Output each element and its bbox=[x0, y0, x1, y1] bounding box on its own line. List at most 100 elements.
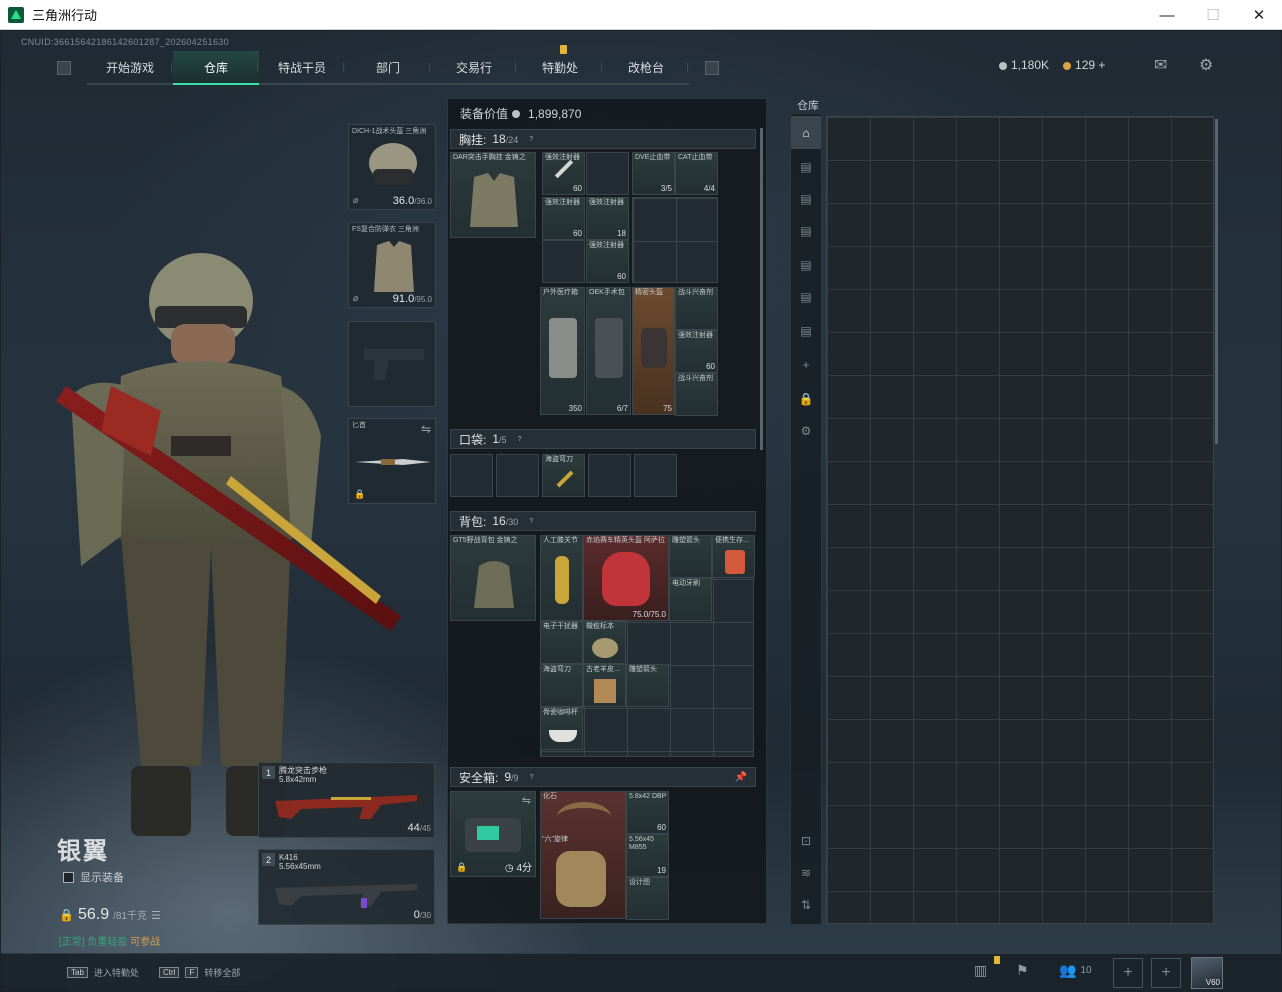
backpack-slot-item[interactable]: 雕塑箭头 bbox=[626, 664, 669, 707]
pocket-slot[interactable] bbox=[450, 454, 493, 497]
nav-prev-icon[interactable] bbox=[57, 61, 71, 75]
chest-item[interactable]: CAT止血带 4/4 bbox=[675, 152, 718, 195]
backpack-slot-item[interactable]: 骨瓷咖啡杯 bbox=[540, 707, 583, 750]
chest-item[interactable]: 强效注射器 60 bbox=[542, 197, 585, 240]
warehouse-tab-2-icon[interactable]: ▤ bbox=[791, 182, 821, 215]
weight-detail-icon[interactable]: ☰ bbox=[151, 909, 161, 922]
warehouse-tab-4-icon[interactable]: ▤ bbox=[791, 248, 821, 281]
tab-special-ops[interactable]: 特勤处 bbox=[517, 45, 603, 83]
pin-icon[interactable]: 📌 bbox=[735, 772, 747, 783]
tab-operators[interactable]: 特战干员 bbox=[259, 51, 345, 83]
warehouse-grid[interactable] bbox=[826, 116, 1214, 924]
player-avatar[interactable]: V60 bbox=[1191, 957, 1223, 989]
pistol-slot-empty[interactable] bbox=[348, 321, 436, 407]
chest-rig-item[interactable]: DAR突击手胸挂 金铸之 bbox=[450, 152, 536, 238]
minimize-button[interactable]: — bbox=[1144, 0, 1190, 30]
swap-icon[interactable]: ⇋ bbox=[522, 794, 531, 807]
secondary-weapon-slot[interactable]: 2 K416 5.56x45mm 0/30 bbox=[258, 849, 435, 925]
backpack-slot-item[interactable]: 雕塑箭头 bbox=[669, 535, 712, 578]
chest-item[interactable]: 战斗兴奋剂 bbox=[675, 373, 718, 416]
backpack-slot-item[interactable]: 电子干扰器 bbox=[540, 621, 583, 664]
chest-item[interactable]: 精密头盔 75 bbox=[632, 287, 675, 415]
tab-trade[interactable]: 交易行 bbox=[431, 51, 517, 83]
sort-icon[interactable]: ⊡ bbox=[791, 824, 821, 857]
warehouse-tab-3-icon[interactable]: ▤ bbox=[791, 214, 821, 247]
stack-icon[interactable]: ≋ bbox=[791, 856, 821, 889]
hint-transfer-all[interactable]: Ctrl F 转移全部 bbox=[159, 966, 240, 979]
swap-icon[interactable]: ⇋ bbox=[421, 422, 431, 436]
backpack-slot-item[interactable]: 电动牙刷 bbox=[669, 578, 712, 621]
empty-cell[interactable] bbox=[632, 197, 718, 283]
backpack-slot-item[interactable]: 橄榄标本 bbox=[583, 621, 626, 664]
chest-item[interactable]: 强效注射器 60 bbox=[586, 240, 629, 283]
primary-weapon-slot[interactable]: 1 腾龙突击步枪 5.8x42mm 44/45 bbox=[258, 762, 435, 838]
stats-chart-icon[interactable]: ▥ bbox=[974, 962, 987, 979]
empty-cell[interactable] bbox=[542, 240, 585, 283]
empty-cell[interactable] bbox=[586, 152, 629, 195]
warehouse-all-icon[interactable]: ⌂ bbox=[791, 116, 821, 149]
squad-icon[interactable]: 👥 10 bbox=[1059, 962, 1092, 979]
help-icon[interactable]: ? bbox=[526, 134, 536, 144]
safebox-item[interactable]: 5.56x45 M855 19 bbox=[626, 834, 669, 877]
tab-warehouse[interactable]: 仓库 bbox=[173, 51, 259, 85]
safebox-container[interactable]: ⇋ 🔒 ◷ 4分 bbox=[450, 791, 536, 877]
body-armor-icon bbox=[374, 241, 414, 292]
backpack-slot-item[interactable]: 海盗弯刀 bbox=[540, 664, 583, 707]
warehouse-settings-icon[interactable]: ⚙ bbox=[791, 414, 821, 447]
tab-gunsmith[interactable]: 改枪台 bbox=[603, 51, 689, 83]
warehouse-tab-6-icon[interactable]: ▤ bbox=[791, 314, 821, 347]
nav-next-icon[interactable] bbox=[705, 61, 719, 75]
maximize-button[interactable]: ☐ bbox=[1190, 0, 1236, 30]
chest-item[interactable]: DVE止血带 3/5 bbox=[632, 152, 675, 195]
show-gear-checkbox[interactable] bbox=[63, 871, 74, 883]
helmet-slot[interactable]: DICH-1战术头盔 三角洲 ⌀ 36.0/36.0 bbox=[348, 124, 436, 210]
add-tab-icon[interactable]: + bbox=[791, 348, 821, 381]
loadout-panel: 装备价值 1,899,870 胸挂: 18/24 ? DAR突击手胸挂 金铸之 … bbox=[447, 98, 767, 924]
chest-item[interactable]: 户外医疗箱 350 bbox=[540, 287, 585, 415]
safebox-item[interactable]: 设计图 bbox=[626, 877, 669, 920]
pocket-slot[interactable] bbox=[588, 454, 631, 497]
warehouse-tab-1-icon[interactable]: ▤ bbox=[791, 150, 821, 183]
show-gear-toggle[interactable]: 显示装备 bbox=[63, 869, 124, 885]
pocket-slot[interactable] bbox=[634, 454, 677, 497]
backpack-slot-item[interactable]: 古老羊皮... bbox=[583, 664, 626, 707]
currency-bar: 1,180K 129 + bbox=[999, 58, 1105, 72]
chest-item[interactable]: OEK手术包 6/7 bbox=[586, 287, 631, 415]
tab-start-game[interactable]: 开始游戏 bbox=[87, 51, 173, 83]
chest-item[interactable]: 强效注射器 60 bbox=[675, 330, 718, 373]
help-icon[interactable]: ? bbox=[527, 772, 537, 782]
invite-slot-button[interactable]: + bbox=[1113, 958, 1143, 988]
pocket-slot[interactable] bbox=[496, 454, 539, 497]
chest-item[interactable]: 战斗兴奋剂 bbox=[675, 287, 718, 330]
backpack-slot-item[interactable]: 人工膝关节 bbox=[540, 535, 583, 621]
item-name: 便携生存... bbox=[715, 537, 749, 544]
armor-slot[interactable]: FS复合防弹衣 三角洲 ⌀ 91.0/95.0 bbox=[348, 222, 436, 308]
safebox-item[interactable]: 5.8x42 DBP 60 bbox=[626, 791, 669, 834]
help-icon[interactable]: ? bbox=[515, 434, 525, 444]
carry-weight: 🔒 56.9 /81千克 ☰ bbox=[59, 906, 161, 924]
settings-gear-icon[interactable]: ⚙ bbox=[1199, 55, 1213, 75]
chest-item[interactable]: 强效注射器 18 bbox=[586, 197, 629, 240]
safebox-item[interactable]: "六"旋律 bbox=[540, 835, 626, 919]
flag-icon[interactable]: ⚑ bbox=[1016, 962, 1029, 979]
tab-department[interactable]: 部门 bbox=[345, 51, 431, 83]
invite-slot-button[interactable]: + bbox=[1151, 958, 1181, 988]
chest-item[interactable]: 强效注射器 60 bbox=[542, 152, 585, 195]
add-gold-button[interactable]: + bbox=[1098, 58, 1105, 72]
backpack-slot-item[interactable]: 赤焰赛车精英头盔 阿萨拉 75.0/75.0 bbox=[583, 535, 669, 621]
backpack-icon bbox=[474, 561, 514, 608]
melee-slot[interactable]: 匕首 ⇋ 🔒 bbox=[348, 418, 436, 504]
loadout-scrollbar[interactable] bbox=[760, 128, 763, 450]
transfer-icon[interactable]: ⇅ bbox=[791, 888, 821, 921]
close-button[interactable]: ✕ bbox=[1236, 0, 1282, 30]
pocket-slot[interactable]: 海盗弯刀 bbox=[542, 454, 585, 497]
status-note: 可参战 bbox=[130, 937, 161, 948]
warehouse-tab-5-icon[interactable]: ▤ bbox=[791, 280, 821, 313]
warehouse-scrollbar[interactable] bbox=[1215, 119, 1218, 444]
tab-label: 部门 bbox=[375, 60, 400, 75]
mail-icon[interactable]: ✉ bbox=[1154, 55, 1167, 75]
hint-special-ops[interactable]: Tab 进入特勤处 bbox=[67, 966, 139, 979]
backpack-item[interactable]: GT5野战背包 金铸之 bbox=[450, 535, 536, 621]
help-icon[interactable]: ? bbox=[526, 516, 536, 526]
backpack-slot-item[interactable]: 便携生存... bbox=[712, 535, 755, 578]
